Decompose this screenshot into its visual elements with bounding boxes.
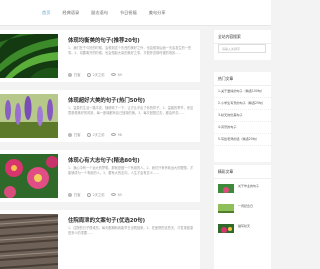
- article-time: 2天之前: [92, 73, 105, 77]
- clock-icon: [86, 192, 91, 197]
- nav-home[interactable]: 首页: [36, 8, 56, 18]
- search-widget-title: 全站内容搜索: [214, 30, 271, 44]
- article-views: 89: [117, 72, 122, 77]
- featured-articles-widget: 精彩文章 关于毕业的句子 一周纪念日 描写秋天: [214, 165, 271, 269]
- article-time: 2天之前: [92, 133, 105, 137]
- article-title[interactable]: 住院周泄的文案句子(优选20句): [68, 216, 145, 224]
- article-author: 扫客: [74, 193, 81, 197]
- article-title[interactable]: 体现超好大美的句子(热门50句): [68, 96, 145, 104]
- hot-article-link[interactable]: 4.风景的句子: [214, 122, 271, 134]
- article-card[interactable]: 住院周泄的文案句子(优选20句) 1、住院的日子很难熬，每天都期盼着能早日出院回…: [0, 210, 200, 269]
- article-title[interactable]: 体现均衡美的句子(推荐20句): [68, 36, 140, 44]
- article-card[interactable]: 体现心有大志句子(精选80句) 1、我心中有一个远大的梦想，那就是做一个有用的人…: [0, 150, 200, 202]
- search-input[interactable]: 请输入关键字: [218, 44, 266, 53]
- article-thumbnail-leaves[interactable]: [0, 34, 58, 78]
- featured-thumbnail[interactable]: [218, 221, 234, 233]
- user-icon: [68, 192, 72, 197]
- hot-article-link[interactable]: 2.小学生写景的句子（精选25句）: [214, 98, 271, 110]
- featured-thumbnail[interactable]: [218, 201, 234, 213]
- hot-article-link[interactable]: 1.关于爱情的句子（精选100句）: [214, 86, 271, 98]
- clock-icon: [86, 72, 91, 77]
- main-nav: 首页 经典语录 励志语句 节日祝福 美句分享: [36, 8, 171, 18]
- nav-share[interactable]: 美句分享: [143, 8, 172, 18]
- article-views: 98: [117, 132, 122, 137]
- article-author: 扫客: [74, 73, 81, 77]
- eye-icon: [110, 193, 116, 196]
- search-widget: 全站内容搜索 请输入关键字: [214, 30, 271, 60]
- hot-article-link[interactable]: 5.写给老师的话（精选20句）: [214, 134, 271, 146]
- article-card[interactable]: 体现超好大美的句子(热门50句) 1、温柔的生活一路平安，随便转了一下，让它认不…: [0, 90, 200, 142]
- article-thumbnail-stone[interactable]: [0, 214, 58, 269]
- article-thumbnail-lavender[interactable]: [0, 94, 58, 138]
- nav-festival[interactable]: 节日祝福: [114, 8, 143, 18]
- eye-icon: [110, 133, 116, 136]
- nav-inspiration[interactable]: 励志语句: [85, 8, 114, 18]
- featured-articles-title: 精彩文章: [214, 165, 271, 179]
- nav-quotes[interactable]: 经典语录: [56, 8, 85, 18]
- article-excerpt: 1、住院的日子很难熬，每天都期盼着能早日出院回家。2、在医院的这些天，才发现健康…: [68, 226, 194, 235]
- user-icon: [68, 72, 72, 77]
- article-title[interactable]: 体现心有大志句子(精选80句): [68, 156, 140, 164]
- hot-articles-widget: 热门文章 1.关于爱情的句子（精选100句） 2.小学生写景的句子（精选25句）…: [214, 72, 271, 162]
- article-excerpt: 1、我们在于与好的时候，会想到这个东西的美好之外，也会想到后面一天会发生的一些事…: [68, 46, 192, 55]
- article-views: 85: [117, 192, 122, 197]
- article-thumbnail-flowers[interactable]: [0, 154, 58, 198]
- article-excerpt: 1、温柔的生活一路平安，随便转了一下，让它认不出了你的样子。2、温馨的季节，来这…: [68, 106, 194, 115]
- user-icon: [68, 132, 72, 137]
- featured-thumbnail[interactable]: [218, 181, 234, 193]
- featured-article-link[interactable]: 一周纪念日: [238, 204, 253, 208]
- featured-article-link[interactable]: 关于毕业的句子: [238, 184, 259, 188]
- article-meta: 扫客 2天之前 89: [68, 72, 122, 77]
- article-author: 扫客: [74, 133, 81, 137]
- top-navigation-bar: 首页 经典语录 励志语句 节日祝福 美句分享: [0, 0, 271, 26]
- article-excerpt: 1、我心中有一个远大的梦想，那就是做一个有用的人。2、我们只有怀着远大的理想，才…: [68, 166, 194, 175]
- article-time: 2天之前: [92, 193, 105, 197]
- clock-icon: [86, 132, 91, 137]
- hot-article-link[interactable]: 3.秋天的优美句子: [214, 110, 271, 122]
- article-meta: 扫客 2天之前 85: [68, 192, 122, 197]
- hot-articles-title: 热门文章: [214, 72, 271, 86]
- article-meta: 扫客 2天之前 98: [68, 132, 122, 137]
- eye-icon: [110, 73, 116, 76]
- article-card[interactable]: 体现均衡美的句子(推荐20句) 1、我们在于与好的时候，会想到这个东西的美好之外…: [0, 30, 200, 82]
- featured-article-link[interactable]: 描写秋天: [238, 224, 250, 228]
